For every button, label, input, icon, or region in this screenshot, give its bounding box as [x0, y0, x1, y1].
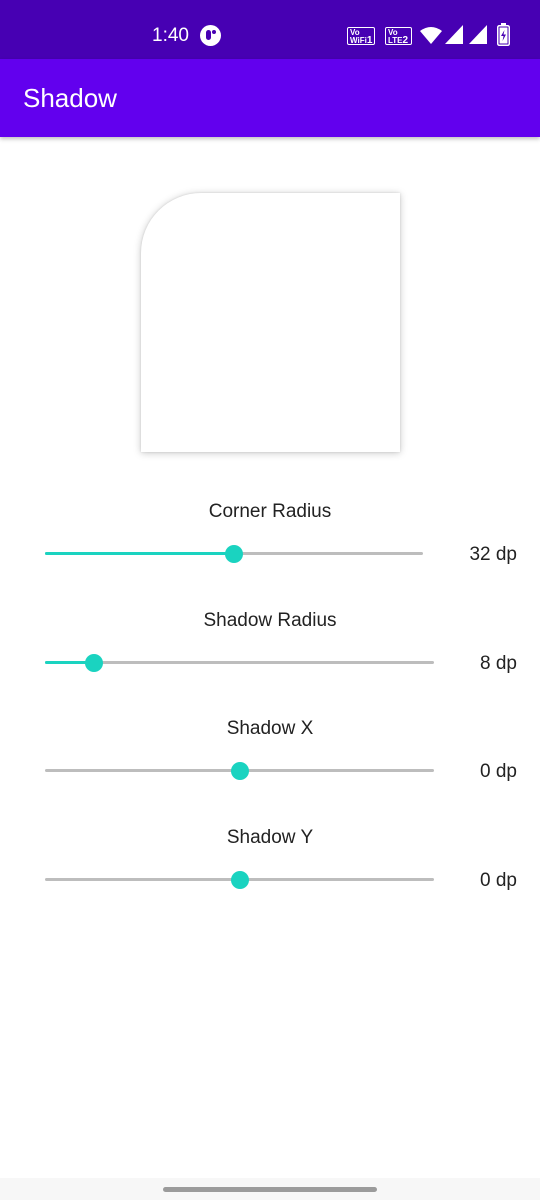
shadow-radius-label: Shadow Radius: [203, 610, 337, 631]
signal-icon: [445, 25, 463, 44]
volte-wifi-icon: Vo WiFi1: [347, 27, 375, 46]
corner-radius-slider[interactable]: [45, 544, 423, 564]
corner-radius-slider-thumb[interactable]: [225, 545, 243, 563]
app-notification-icon: [200, 25, 221, 46]
corner-radius-label: Corner Radius: [208, 501, 332, 522]
shadow-x-label: Shadow X: [226, 718, 314, 739]
shadow-y-control: Shadow Y 0 dp: [0, 826, 540, 926]
shadow-y-label: Shadow Y: [226, 827, 314, 848]
battery-charging-icon: [497, 23, 510, 46]
shadow-radius-slider-thumb[interactable]: [84, 654, 103, 672]
shadow-x-control: Shadow X 0 dp: [0, 717, 540, 817]
shadow-x-slider-thumb[interactable]: [230, 762, 249, 780]
status-bar: 1:40 Vo WiFi1 Vo LTE2: [0, 0, 540, 59]
shadow-radius-value: 8 dp: [480, 653, 517, 674]
wifi-icon: [420, 27, 442, 44]
shadow-radius-slider[interactable]: [45, 653, 434, 673]
app-title: Shadow: [23, 83, 117, 113]
corner-radius-value: 32 dp: [469, 544, 517, 565]
navigation-bar: [0, 1178, 540, 1200]
corner-radius-control: Corner Radius 32 dp: [0, 500, 540, 600]
shadow-radius-control: Shadow Radius 8 dp: [0, 609, 540, 709]
home-gesture-handle[interactable]: [163, 1187, 377, 1192]
volte-lte-icon: Vo LTE2: [385, 27, 412, 46]
signal-icon: [469, 25, 487, 44]
shadow-y-value: 0 dp: [480, 870, 517, 891]
shadow-x-value: 0 dp: [480, 761, 517, 782]
shadow-x-slider[interactable]: [45, 761, 434, 781]
status-time: 1:40: [152, 25, 189, 46]
shadow-y-slider-thumb[interactable]: [230, 871, 249, 889]
shadow-preview-card: [141, 193, 400, 452]
app-bar: Shadow: [0, 59, 540, 137]
shadow-y-slider[interactable]: [45, 870, 434, 890]
